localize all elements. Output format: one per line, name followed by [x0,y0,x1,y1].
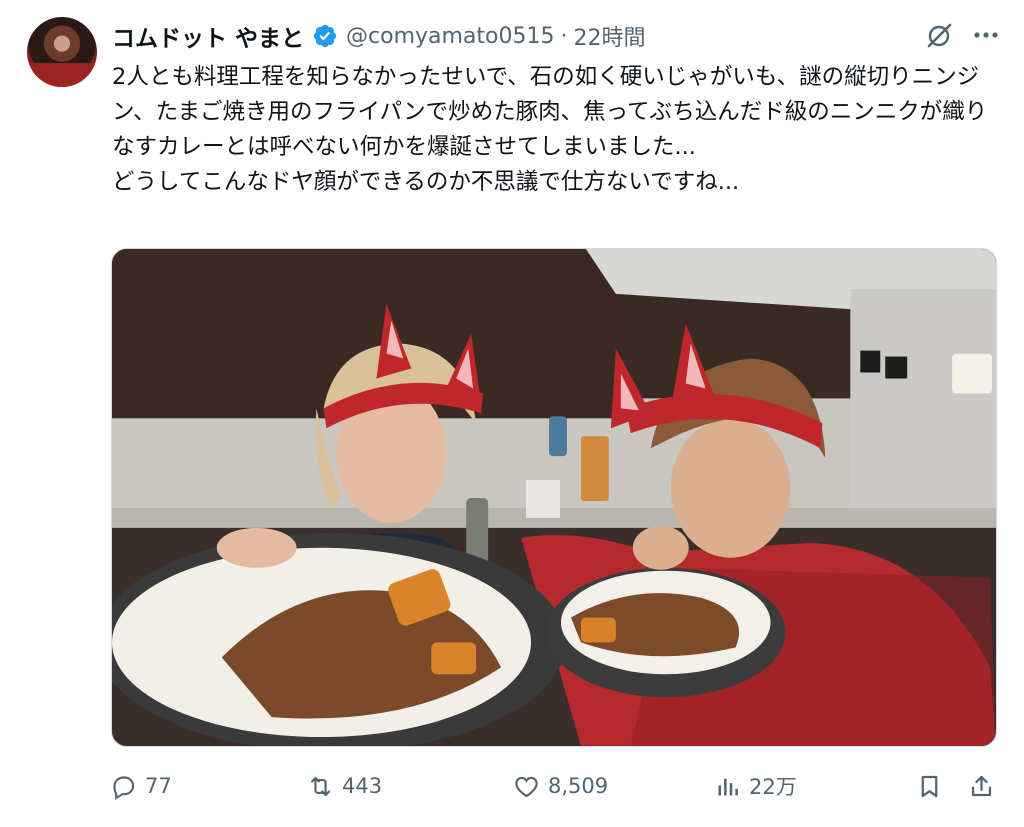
views-icon [718,778,738,795]
share-button[interactable] [968,766,995,806]
reply-count: 77 [145,774,172,798]
bookmark-button[interactable] [916,766,943,806]
grok-icon[interactable] [924,20,954,50]
views-button[interactable]: 22万 [714,766,797,806]
tweet-photo[interactable] [111,248,997,747]
tweet-header: コムドット やまと @comyamato0515 · 22時間 [112,16,646,56]
retweet-icon [310,776,331,796]
user-handle[interactable]: @comyamato0515 [346,24,554,49]
reply-icon [113,775,135,800]
tweet: コムドット やまと @comyamato0515 · 22時間 2人とも料理工程… [0,0,1024,827]
share-icon [971,775,992,796]
views-count: 22万 [749,775,797,799]
bookmark-icon [921,775,938,797]
tweet-text: 2人とも料理工程を知らなかったせいで、石の如く硬いじゃがいも、謎の縦切りニンジン… [112,64,988,195]
verified-badge-icon [313,24,337,48]
heart-icon [515,776,538,797]
avatar[interactable] [27,17,97,87]
retweet-count: 443 [342,774,383,798]
separator-dot: · [560,23,568,49]
top-actions [924,20,1000,50]
retweet-button[interactable]: 443 [307,766,382,806]
tweet-actions: 77 443 8,509 22万 [110,766,1000,806]
display-name[interactable]: コムドット やまと [112,19,304,53]
reply-button[interactable]: 77 [110,766,172,806]
like-button[interactable]: 8,509 [513,766,608,806]
timestamp[interactable]: 22時間 [574,20,646,52]
like-count: 8,509 [548,774,609,798]
more-icon[interactable] [972,21,1000,49]
